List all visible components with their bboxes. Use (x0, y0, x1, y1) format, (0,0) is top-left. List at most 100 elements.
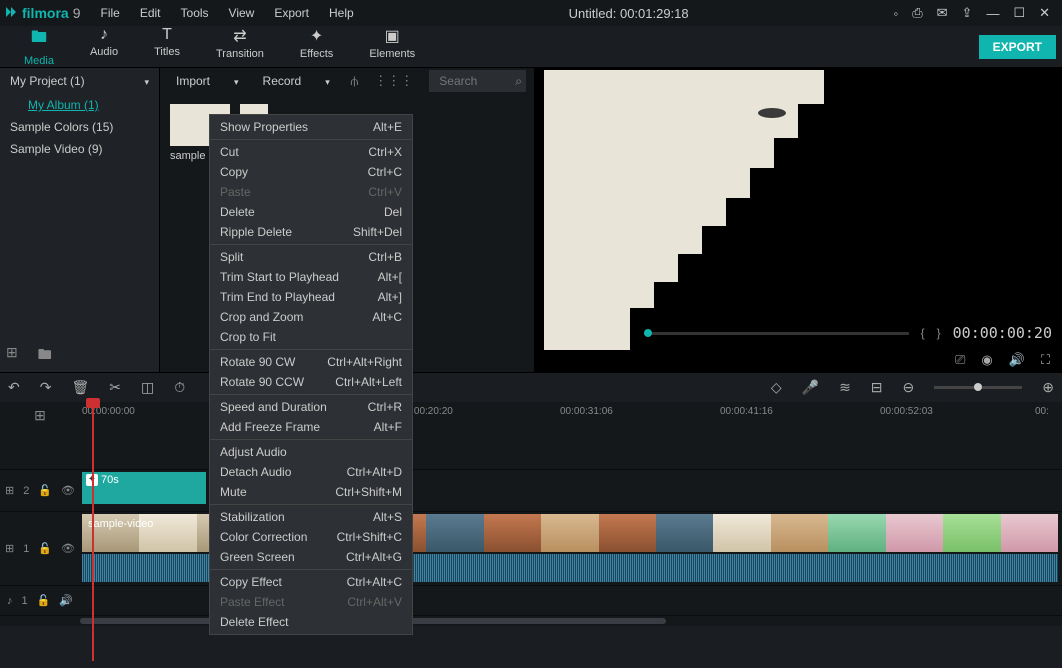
eye-icon[interactable]: 👁 (61, 484, 75, 497)
user-icon[interactable]: ◦ (894, 6, 899, 21)
speaker-icon[interactable]: 🔊 (59, 594, 73, 607)
volume-icon[interactable]: 🔊 (1009, 352, 1025, 368)
preview-viewport[interactable] (534, 68, 1062, 318)
fullscreen-icon[interactable]: ⛶ (1041, 352, 1050, 368)
ctx-rotate-cw[interactable]: Rotate 90 CWCtrl+Alt+Right (210, 352, 412, 372)
render-icon[interactable]: ⊟ (871, 379, 883, 396)
marker-out-icon[interactable]: } (937, 326, 941, 340)
app-version: 9 (73, 5, 81, 21)
preview-slider[interactable] (644, 332, 909, 335)
quality-icon[interactable]: ⎚ (955, 352, 965, 368)
tab-elements[interactable]: ▣Elements (351, 22, 433, 71)
ctx-speed-duration[interactable]: Speed and DurationCtrl+R (210, 397, 412, 417)
marker-icon[interactable]: ◇ (771, 379, 782, 396)
library-sidebar: My Project (1) My Album (1) Sample Color… (0, 68, 160, 372)
toolbar: 🖿Media ♪Audio TTitles ⇄Transition ✦Effec… (0, 26, 1062, 68)
lock-icon[interactable]: 🔓 (38, 484, 52, 497)
library-project[interactable]: My Project (1) (0, 68, 159, 94)
timeline-scrollbar[interactable] (0, 616, 1062, 626)
menu-help[interactable]: Help (319, 2, 364, 24)
video-track-icon: ⊞ (5, 542, 14, 555)
chevron-down-icon (325, 74, 330, 88)
add-folder-icon[interactable]: ⊞ (6, 344, 18, 368)
ctx-adjust-audio[interactable]: Adjust Audio (210, 442, 412, 462)
redo-button[interactable]: ↷ (40, 379, 52, 396)
library-album[interactable]: My Album (1) (0, 94, 159, 116)
lock-icon[interactable]: 🔓 (38, 542, 52, 555)
ctx-crop-fit[interactable]: Crop to Fit (210, 327, 412, 347)
track-video-1: ⊞1🔓👁 sample-video (0, 512, 1062, 586)
ctx-mute[interactable]: MuteCtrl+Shift+M (210, 482, 412, 502)
close-button[interactable]: ✕ (1039, 5, 1050, 21)
ctx-rotate-ccw[interactable]: Rotate 90 CCWCtrl+Alt+Left (210, 372, 412, 392)
media-tabs: 🖿Media ♪Audio TTitles ⇄Transition ✦Effec… (6, 22, 433, 71)
crop-button[interactable]: ◫ (141, 379, 154, 396)
ctx-copy[interactable]: CopyCtrl+C (210, 162, 412, 182)
ruler-mark: 00:00:41:16 (720, 406, 773, 417)
tab-audio[interactable]: ♪Audio (72, 22, 136, 71)
zoom-slider[interactable] (934, 386, 1022, 389)
track-head[interactable]: ♪1🔓🔊 (0, 586, 80, 615)
undo-button[interactable]: ↶ (8, 379, 20, 396)
clip-70s[interactable]: ✦70s (82, 472, 206, 504)
grid-view-icon[interactable]: ⋮⋮⋮ (374, 73, 413, 89)
ctx-ripple-delete[interactable]: Ripple DeleteShift+Del (210, 222, 412, 242)
snapshot-icon[interactable]: ◉ (981, 352, 992, 368)
zoom-in-button[interactable]: ⊕ (1042, 379, 1054, 396)
ctx-copy-effect[interactable]: Copy EffectCtrl+Alt+C (210, 572, 412, 592)
import-dropdown[interactable]: Import (168, 71, 247, 91)
mail-icon[interactable]: ✉ (937, 5, 948, 21)
minimize-button[interactable]: — (986, 6, 999, 21)
library-sample-colors[interactable]: Sample Colors (15) (0, 116, 159, 138)
library-sample-video[interactable]: Sample Video (9) (0, 138, 159, 160)
menu-view[interactable]: View (219, 2, 265, 24)
filter-icon[interactable]: ⫛ (351, 73, 359, 89)
ctx-show-properties[interactable]: Show PropertiesAlt+E (210, 117, 412, 137)
export-button[interactable]: EXPORT (979, 35, 1056, 59)
maximize-button[interactable]: ☐ (1013, 5, 1025, 21)
track-audio-1: ♪1🔓🔊 (0, 586, 1062, 616)
zoom-out-button[interactable]: ⊖ (903, 379, 915, 396)
ctx-delete[interactable]: DeleteDel (210, 202, 412, 222)
ctx-color-correction[interactable]: Color CorrectionCtrl+Shift+C (210, 527, 412, 547)
record-dropdown[interactable]: Record (255, 71, 338, 91)
ctx-green-screen[interactable]: Green ScreenCtrl+Alt+G (210, 547, 412, 567)
menu-file[interactable]: File (90, 2, 129, 24)
ctx-detach-audio[interactable]: Detach AudioCtrl+Alt+D (210, 462, 412, 482)
track-head[interactable]: ⊞2🔓👁 (0, 470, 80, 511)
ctx-delete-effect[interactable]: Delete Effect (210, 612, 412, 632)
eye-icon[interactable]: 👁 (61, 542, 75, 555)
menu-export[interactable]: Export (264, 2, 319, 24)
voiceover-icon[interactable]: 🎤 (802, 379, 819, 396)
timeline-playhead[interactable] (92, 401, 94, 661)
search-input[interactable] (433, 71, 511, 91)
tab-media[interactable]: 🖿Media (6, 22, 72, 71)
lock-icon[interactable]: 🔓 (37, 594, 51, 607)
ruler-mark: 00:00:52:03 (880, 406, 933, 417)
menu-edit[interactable]: Edit (130, 2, 171, 24)
ctx-stabilization[interactable]: StabilizationAlt+S (210, 507, 412, 527)
delete-button[interactable]: 🗑 (71, 379, 89, 396)
ctx-crop-zoom[interactable]: Crop and ZoomAlt+C (210, 307, 412, 327)
marker-in-icon[interactable]: { (921, 326, 925, 340)
mic-icon[interactable]: ⇪ (962, 5, 973, 21)
tab-effects[interactable]: ✦Effects (282, 22, 351, 71)
ctx-trim-start[interactable]: Trim Start to PlayheadAlt+[ (210, 267, 412, 287)
search-icon[interactable]: ⌕ (515, 74, 522, 89)
ctx-split[interactable]: SplitCtrl+B (210, 247, 412, 267)
speed-button[interactable]: ⏱ (174, 379, 185, 396)
menu-tools[interactable]: Tools (171, 2, 219, 24)
mixer-icon[interactable]: ≋ (839, 379, 851, 396)
tab-transition[interactable]: ⇄Transition (198, 22, 282, 71)
ctx-freeze-frame[interactable]: Add Freeze FrameAlt+F (210, 417, 412, 437)
split-button[interactable]: ✂ (109, 379, 121, 396)
ctx-trim-end[interactable]: Trim End to PlayheadAlt+] (210, 287, 412, 307)
track-head[interactable]: ⊞1🔓👁 (0, 512, 80, 585)
folder-icon[interactable]: 🖿 (38, 344, 52, 368)
track-manager-button[interactable]: ⊞ (0, 402, 80, 428)
tab-titles[interactable]: TTitles (136, 22, 198, 71)
main-area: My Project (1) My Album (1) Sample Color… (0, 68, 1062, 372)
ctx-cut[interactable]: CutCtrl+X (210, 142, 412, 162)
save-icon[interactable]: ⎙ (912, 5, 922, 21)
preview-time: 00:00:00:20 (953, 324, 1052, 342)
